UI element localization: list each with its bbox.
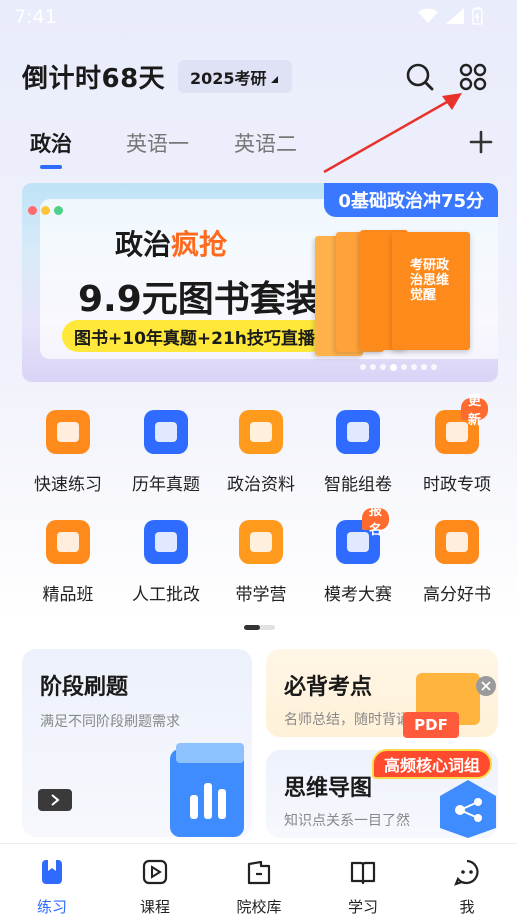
banner-indicator-dot [370, 364, 376, 370]
badge: 更新 [461, 394, 489, 428]
nav-item[interactable]: 练习 [17, 858, 87, 917]
mind-map-subtitle: 知识点关系一目了然 [284, 813, 410, 829]
past-exams-icon [144, 410, 188, 454]
current-affairs-icon: 更新 [435, 394, 489, 454]
window-dots [28, 206, 63, 215]
grid-item[interactable]: 带学营 [212, 520, 310, 605]
tab-english-2[interactable]: 英语二 [234, 128, 297, 158]
grid-item-label: 历年真题 [132, 475, 200, 495]
course-icon [141, 858, 169, 890]
annotation-arrow [323, 93, 462, 174]
tab-politics[interactable]: 政治 [30, 128, 72, 158]
close-icon [481, 681, 491, 691]
school-db-icon [245, 858, 273, 890]
grid-page-indicator [244, 625, 275, 630]
badge: 报名 [362, 504, 390, 538]
nav-item-label: 院校库 [236, 898, 282, 916]
grid-item-label: 政治资料 [227, 475, 295, 495]
grid-item[interactable]: 精品班 [19, 520, 117, 605]
banner-offer-pill: 图书+10年真题+21h技巧直播 [62, 320, 327, 352]
grid-item[interactable]: 报名模考大赛 [309, 504, 407, 605]
stage-practice-card[interactable]: 阶段刷题 满足不同阶段刷题需求 [22, 649, 252, 837]
me-icon [453, 858, 481, 890]
banner-indicator-dot [360, 364, 366, 370]
stage-practice-subtitle: 满足不同阶段刷题需求 [40, 714, 180, 730]
signal-icon [446, 8, 464, 24]
good-books-icon [435, 520, 479, 564]
grid-item-label: 精品班 [42, 585, 94, 605]
grid-item[interactable]: 高分好书 [408, 520, 506, 605]
quick-practice-icon [46, 410, 90, 454]
close-popup-button[interactable] [476, 676, 496, 696]
grid-item[interactable]: 历年真题 [117, 410, 215, 495]
practice-icon [38, 858, 66, 890]
grid-item-label: 高分好书 [423, 585, 491, 605]
grid-item[interactable]: 智能组卷 [309, 410, 407, 495]
bar-chart-illustration [170, 743, 244, 837]
banner-indicator [360, 364, 437, 371]
key-points-subtitle: 名师总结，随时背诵 [284, 712, 410, 728]
nav-item-label: 我 [459, 898, 475, 916]
banner-headline: 政治疯抢 [115, 223, 227, 263]
add-subject-icon[interactable] [466, 127, 496, 157]
grid-item-label: 带学营 [235, 585, 287, 605]
status-icons [418, 7, 483, 25]
banner-indicator-dot [390, 364, 397, 371]
banner-indicator-dot [431, 364, 437, 370]
year-selector-label: 2025考研 [190, 68, 267, 88]
tab-underline [40, 165, 62, 169]
banner-headline-b: 疯抢 [171, 228, 228, 261]
banner-indicator-dot [411, 364, 417, 370]
key-points-card[interactable]: 必背考点 名师总结，随时背诵 [266, 649, 498, 737]
nav-item[interactable]: 学习 [328, 858, 398, 917]
year-selector[interactable]: 2025考研 [178, 60, 292, 93]
book-cover-title: 考研政治思维觉醒 [410, 258, 450, 303]
popup-tag[interactable]: 高频核心词组 [372, 749, 493, 779]
banner-indicator-dot [380, 364, 386, 370]
chevron-right-icon [51, 794, 60, 806]
nav-item[interactable]: 课程 [120, 858, 190, 917]
premium-class-icon [46, 520, 90, 564]
nav-item-label: 课程 [139, 898, 170, 916]
nav-item-label: 学习 [347, 898, 378, 916]
nav-item[interactable]: 我 [432, 858, 502, 917]
banner-indicator-dot [421, 364, 427, 370]
mock-contest-icon: 报名 [336, 504, 390, 564]
caret-icon [270, 76, 278, 83]
grid-item-label: 智能组卷 [324, 475, 392, 495]
grid-item-label: 人工批改 [132, 585, 200, 605]
nav-item[interactable]: 院校库 [224, 858, 294, 917]
manual-grading-icon [144, 520, 188, 564]
wifi-icon [418, 8, 438, 23]
bottom-nav: 练习 课程 院校库 学习 我 [0, 843, 517, 921]
nav-item-label: 练习 [36, 898, 67, 916]
key-points-title: 必背考点 [284, 675, 373, 700]
grid-item-label: 模考大赛 [324, 585, 392, 605]
grid-item[interactable]: 更新时政专项 [408, 394, 506, 495]
grid-item[interactable]: 快速练习 [19, 410, 117, 495]
study-camp-icon [239, 520, 283, 564]
status-time: 7:41 [14, 6, 57, 28]
countdown-title: 倒计时68天 [22, 64, 166, 94]
ai-paper-icon [336, 410, 380, 454]
materials-icon [239, 410, 283, 454]
grid-item[interactable]: 政治资料 [212, 410, 310, 495]
grid-item-label: 快速练习 [34, 475, 102, 495]
banner-headline-a: 政治 [115, 228, 172, 261]
grid-item[interactable]: 人工批改 [117, 520, 215, 605]
stage-practice-title: 阶段刷题 [40, 675, 129, 700]
grid-item-label: 时政专项 [423, 475, 491, 495]
arrow-right-button[interactable] [38, 789, 72, 811]
banner-price-line: 9.9元图书套装 [78, 279, 322, 320]
battery-icon [472, 7, 483, 25]
study-icon [349, 858, 377, 890]
tab-english-1[interactable]: 英语一 [126, 128, 189, 158]
mind-map-illustration [440, 780, 496, 838]
banner-tag: 0基础政治冲75分 [324, 183, 498, 217]
banner-indicator-dot [401, 364, 407, 370]
pdf-tag: PDF [403, 712, 459, 738]
